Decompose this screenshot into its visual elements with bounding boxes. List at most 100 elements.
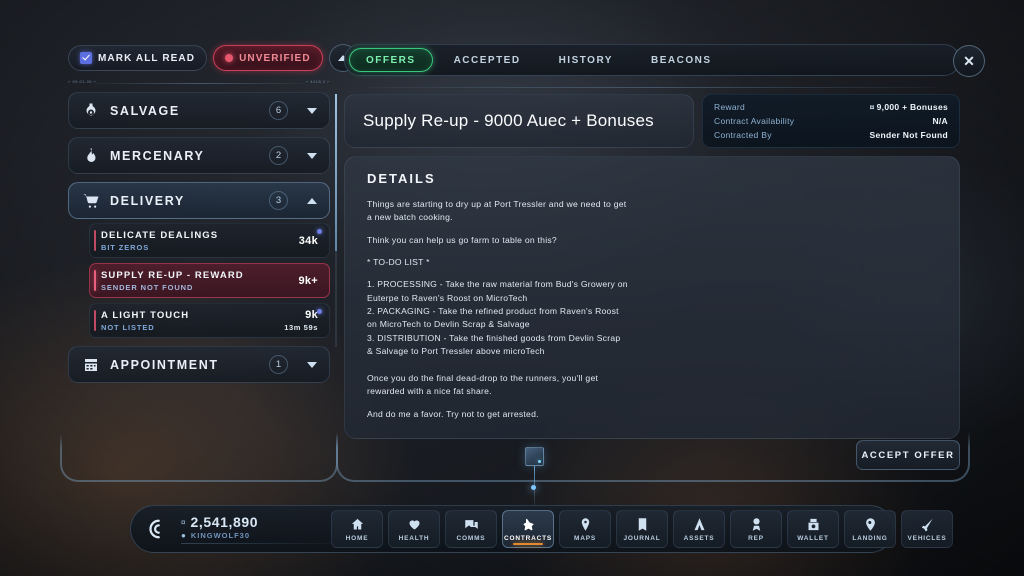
mission-list-item-selected[interactable]: SUPPLY RE-UP - REWARD SENDER NOT FOUND 9… [89, 263, 330, 298]
tab-history[interactable]: HISTORY [542, 48, 630, 72]
category-name: MERCENARY [110, 148, 205, 163]
nav-label: COMMS [456, 534, 486, 542]
user-icon: ● [181, 530, 186, 540]
calendar-icon [82, 356, 100, 374]
close-icon[interactable]: ✕ [953, 45, 985, 77]
journal-icon [635, 517, 650, 532]
nav-button-health[interactable]: HEALTH [388, 510, 440, 548]
sidebar-scrollbar[interactable] [335, 94, 337, 347]
nav-button-comms[interactable]: COMMS [445, 510, 497, 548]
nav-label: JOURNAL [623, 534, 661, 542]
mission-accent-bar [94, 310, 96, 331]
assets-icon [692, 517, 707, 532]
vehicles-icon [920, 517, 935, 532]
details-paragraph: Once you do the final dead-drop to the r… [367, 373, 599, 397]
nav-button-group: HOME HEALTH COMMS CONTRACTS MAPS JOURNAL… [331, 510, 953, 548]
details-paragraph: Think you can help us go farm to table o… [367, 234, 557, 245]
category-row-salvage[interactable]: SALVAGE 6 [68, 92, 330, 129]
nav-button-rep[interactable]: REP [730, 510, 782, 548]
page-title: Supply Re-up - 9000 Auec + Bonuses [363, 111, 654, 130]
category-name: DELIVERY [110, 193, 185, 208]
chevron-down-icon[interactable] [307, 107, 317, 114]
main-frame-bracket [336, 432, 970, 482]
mission-title: DELICATE DEALINGS [101, 229, 219, 241]
contracts-icon [521, 517, 536, 532]
details-paragraph: And do me a favor. Try not to get arrest… [367, 408, 539, 419]
mission-payout: 9k [305, 309, 318, 321]
nav-label: LANDING [852, 534, 888, 542]
nav-label: ASSETS [683, 534, 715, 542]
category-row-mercenary[interactable]: MERCENARY 2 [68, 137, 330, 174]
cart-icon [82, 192, 100, 210]
currency-icon: ¤ [869, 102, 875, 112]
nav-label: HEALTH [398, 534, 430, 542]
unverified-filter-button[interactable]: UNVERIFIED [213, 45, 323, 71]
nav-label: MAPS [574, 534, 596, 542]
nav-button-landing[interactable]: LANDING [844, 510, 896, 548]
nav-button-home[interactable]: HOME [331, 510, 383, 548]
nav-button-maps[interactable]: MAPS [559, 510, 611, 548]
mission-list-item[interactable]: A LIGHT TOUCH NOT LISTED 9k 13m 59s [89, 303, 330, 338]
chevron-down-icon[interactable] [307, 152, 317, 159]
chevron-down-icon[interactable] [307, 361, 317, 368]
credits-amount: 2,541,890 [190, 514, 259, 530]
info-row-reward: Reward ¤ 9,000 + Bonuses [714, 102, 948, 112]
mission-list: DELICATE DEALINGS BIT ZEROS 34k SUPPLY R… [68, 223, 330, 338]
tab-offers[interactable]: OFFERS [349, 48, 433, 72]
comms-icon [464, 517, 479, 532]
chevron-up-icon[interactable] [307, 197, 317, 204]
info-value: ¤ 9,000 + Bonuses [869, 102, 948, 112]
holo-cube-icon [525, 447, 544, 466]
tab-accepted[interactable]: ACCEPTED [437, 48, 538, 72]
mission-payout: 34k [298, 234, 318, 247]
mission-accent-bar [94, 230, 96, 251]
divider-tick-right: ⌐ 4418.2 ⌐ [305, 79, 330, 84]
mobiglas-logo-icon [141, 514, 171, 544]
nav-button-contracts[interactable]: CONTRACTS [502, 510, 554, 548]
unverified-label: UNVERIFIED [239, 52, 311, 64]
mission-title: A LIGHT TOUCH [101, 309, 190, 321]
category-list: SALVAGE 6 MERCENARY 2 DELIVERY 3 DELICAT… [68, 92, 337, 383]
home-icon [350, 517, 365, 532]
mission-sender: NOT LISTED [101, 322, 155, 332]
category-name: SALVAGE [110, 103, 180, 118]
flame-icon [82, 147, 100, 165]
heart-icon [407, 517, 422, 532]
tab-label: OFFERS [366, 54, 416, 66]
category-row-delivery[interactable]: DELIVERY 3 [68, 182, 330, 219]
currency-icon: ¤ [181, 517, 186, 527]
details-card: DETAILS Things are starting to dry up at… [344, 156, 960, 439]
tab-label: BEACONS [650, 54, 712, 66]
nav-label: CONTRACTS [503, 534, 552, 542]
mission-sender: BIT ZEROS [101, 242, 150, 252]
bottom-nav-bar: ¤ 2,541,890 ● KINGWOLF30 HOME HEALTH COM… [130, 505, 953, 553]
unread-dot-icon [317, 309, 322, 314]
tab-beacons[interactable]: BEACONS [634, 48, 729, 72]
sidebar-frame-bracket [60, 434, 338, 482]
nav-button-wallet[interactable]: WALLET [787, 510, 839, 548]
credits-divider [181, 543, 331, 544]
holo-beam-dot [531, 485, 536, 490]
nav-button-assets[interactable]: ASSETS [673, 510, 725, 548]
credits-display: ¤ 2,541,890 ● KINGWOLF30 [171, 514, 331, 544]
nav-label: HOME [345, 534, 369, 542]
details-todo-list: 1. PROCESSING - Take the raw material fr… [367, 279, 628, 356]
mission-list-item[interactable]: DELICATE DEALINGS BIT ZEROS 34k [89, 223, 330, 258]
nav-label: VEHICLES [907, 534, 947, 542]
nav-label: REP [748, 534, 764, 542]
details-body: Things are starting to dry up at Port Tr… [367, 198, 937, 421]
info-key: Reward [714, 102, 746, 112]
contract-info-card: Reward ¤ 9,000 + Bonuses Contract Availab… [702, 94, 960, 148]
nav-button-vehicles[interactable]: VEHICLES [901, 510, 953, 548]
category-row-appointment[interactable]: APPOINTMENT 1 [68, 346, 330, 383]
sidebar-divider: ⌐ 09.01.05 ⌐ ⌐ 4418.2 ⌐ [68, 79, 330, 89]
contract-title-card: Supply Re-up - 9000 Auec + Bonuses [344, 94, 694, 148]
divider-tick-left: ⌐ 09.01.05 ⌐ [68, 79, 97, 84]
username: KINGWOLF30 [190, 531, 251, 540]
mark-all-read-button[interactable]: MARK ALL READ [68, 45, 208, 71]
category-name: APPOINTMENT [110, 357, 219, 372]
mark-all-read-label: MARK ALL READ [98, 52, 196, 64]
info-key: Contracted By [714, 130, 772, 140]
nav-button-journal[interactable]: JOURNAL [616, 510, 668, 548]
mission-timer: 13m 59s [284, 323, 318, 332]
